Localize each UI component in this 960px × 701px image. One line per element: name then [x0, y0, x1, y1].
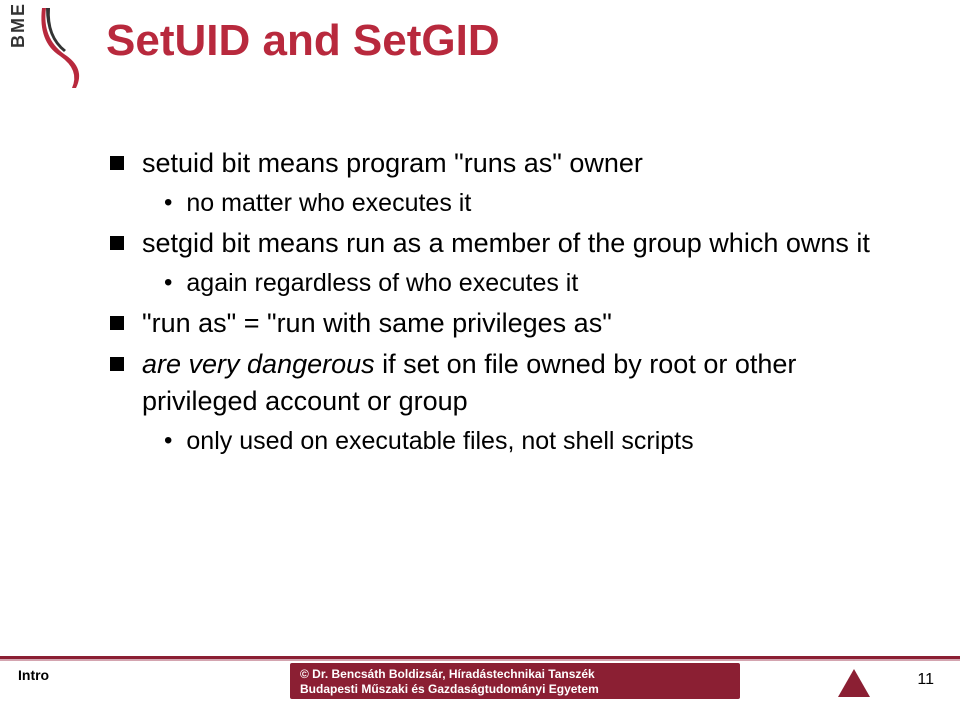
- list-item: • only used on executable files, not she…: [164, 424, 880, 459]
- bme-text: BME: [8, 2, 29, 48]
- bullet-text: no matter who executes it: [186, 186, 471, 221]
- square-bullet-icon: [110, 316, 124, 330]
- logo-swoosh-icon: [36, 8, 92, 88]
- footer-rule-light: [0, 659, 960, 661]
- bullet-text: setgid bit means run as a member of the …: [142, 225, 870, 262]
- bullet-text: again regardless of who executes it: [186, 266, 578, 301]
- square-bullet-icon: [110, 357, 124, 371]
- list-item: setuid bit means program "runs as" owner: [110, 145, 880, 182]
- bme-logo: BME: [0, 0, 90, 100]
- italic-text: are very dangerous: [142, 349, 375, 379]
- list-item: • again regardless of who executes it: [164, 266, 880, 301]
- dot-bullet-icon: •: [164, 186, 172, 221]
- bullet-text: only used on executable files, not shell…: [186, 424, 693, 459]
- footer-attribution: © Dr. Bencsáth Boldizsár, Híradástechnik…: [290, 663, 740, 699]
- page-number: 11: [917, 671, 934, 689]
- bullet-text: are very dangerous if set on file owned …: [142, 346, 880, 421]
- slide-footer: Intro © Dr. Bencsáth Boldizsár, Híradást…: [0, 656, 960, 701]
- square-bullet-icon: [110, 236, 124, 250]
- slide-content: setuid bit means program "runs as" owner…: [110, 145, 880, 463]
- slide-title: SetUID and SetGID: [106, 16, 500, 66]
- list-item: setgid bit means run as a member of the …: [110, 225, 880, 262]
- footer-section-label: Intro: [18, 667, 49, 683]
- square-bullet-icon: [110, 156, 124, 170]
- bullet-text: "run as" = "run with same privileges as": [142, 305, 612, 342]
- bullet-text: setuid bit means program "runs as" owner: [142, 145, 643, 182]
- dot-bullet-icon: •: [164, 266, 172, 301]
- list-item: are very dangerous if set on file owned …: [110, 346, 880, 421]
- list-item: "run as" = "run with same privileges as": [110, 305, 880, 342]
- dot-bullet-icon: •: [164, 424, 172, 459]
- footer-line1: © Dr. Bencsáth Boldizsár, Híradástechnik…: [300, 667, 730, 682]
- footer-line2: Budapesti Műszaki és Gazdaságtudományi E…: [300, 682, 730, 697]
- triangle-icon: [838, 669, 870, 697]
- list-item: • no matter who executes it: [164, 186, 880, 221]
